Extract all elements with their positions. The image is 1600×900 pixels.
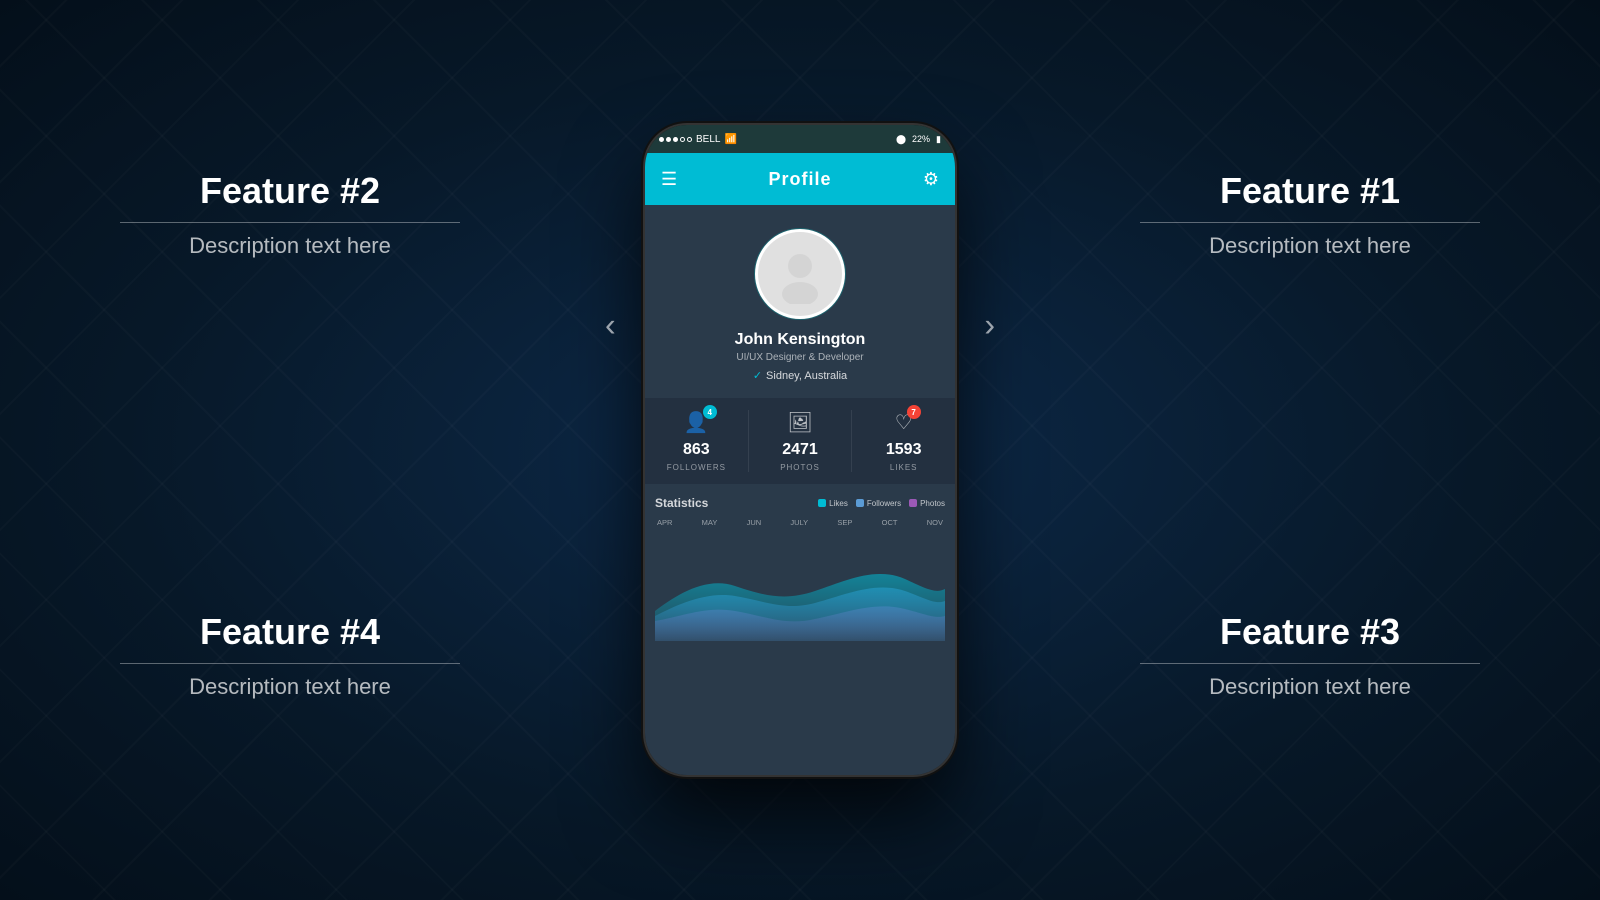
avatar-image xyxy=(770,244,830,304)
stat-likes[interactable]: ♡ 7 1593 LIKES xyxy=(852,410,955,472)
signal-dots xyxy=(659,137,692,142)
feature-4-divider xyxy=(120,663,460,664)
likes-icon-wrapper: ♡ 7 xyxy=(895,410,913,435)
profile-role: UI/UX Designer & Developer xyxy=(736,352,863,363)
app-header: ☰ Profile ⚙ xyxy=(645,153,955,205)
photos-label: PHOTOS xyxy=(780,463,820,472)
feature-4-block: Feature #4 Description text here xyxy=(120,611,460,700)
feature-2-desc: Description text here xyxy=(120,233,460,259)
battery-icon: ▮ xyxy=(936,134,941,145)
signal-dot-3 xyxy=(673,137,678,142)
location-icon: ✓ xyxy=(753,369,762,382)
followers-icon-wrapper: 👤 4 xyxy=(684,410,709,435)
feature-2-block: Feature #2 Description text here xyxy=(120,170,460,259)
chart-section: Statistics Likes Followers xyxy=(645,484,955,641)
legend-likes-label: Likes xyxy=(829,499,848,508)
month-jun: JUN xyxy=(747,518,762,527)
feature-1-divider xyxy=(1140,222,1480,223)
chart-header: Statistics Likes Followers xyxy=(655,496,945,510)
signal-dot-4 xyxy=(680,137,685,142)
menu-button[interactable]: ☰ xyxy=(661,169,677,190)
chart-title: Statistics xyxy=(655,496,708,510)
photos-icon-wrapper: 🖼 xyxy=(787,410,812,435)
feature-1-block: Feature #1 Description text here xyxy=(1140,170,1480,259)
feature-1-title: Feature #1 xyxy=(1140,170,1480,212)
feature-3-block: Feature #3 Description text here xyxy=(1140,611,1480,700)
month-july: JULY xyxy=(790,518,808,527)
followers-badge: 4 xyxy=(703,405,717,419)
profile-section: John Kensington UI/UX Designer & Develop… xyxy=(645,205,955,398)
feature-3-title: Feature #3 xyxy=(1140,611,1480,653)
status-right: ⬤ 22% ▮ xyxy=(896,134,941,145)
month-apr: APR xyxy=(657,518,672,527)
main-layout: Feature #2 Description text here Feature… xyxy=(0,0,1600,900)
legend-photos: Photos xyxy=(909,499,945,508)
followers-count: 863 xyxy=(683,441,710,459)
month-oct: OCT xyxy=(882,518,898,527)
profile-name: John Kensington xyxy=(735,331,866,349)
feature-1-desc: Description text here xyxy=(1140,233,1480,259)
phone-mockup: ‹ › BELL 📶 ⬤ 22% xyxy=(645,125,955,775)
nav-next-button[interactable]: › xyxy=(984,307,995,344)
likes-count: 1593 xyxy=(886,441,922,459)
month-may: MAY xyxy=(702,518,718,527)
location-text: Sidney, Australia xyxy=(766,370,847,382)
legend-followers-dot xyxy=(856,499,864,507)
app-title: Profile xyxy=(768,169,831,190)
signal-dot-1 xyxy=(659,137,664,142)
wifi-icon: 📶 xyxy=(724,134,736,145)
feature-3-divider xyxy=(1140,663,1480,664)
likes-label: LIKES xyxy=(890,463,918,472)
chart-months: APR MAY JUN JULY SEP OCT NOV xyxy=(655,518,945,527)
signal-dot-2 xyxy=(666,137,671,142)
feature-2-title: Feature #2 xyxy=(120,170,460,212)
stat-followers[interactable]: 👤 4 863 FOLLOWERS xyxy=(645,410,749,472)
signal-dot-5 xyxy=(687,137,692,142)
photos-icon: 🖼 xyxy=(787,412,812,434)
feature-3-desc: Description text here xyxy=(1140,674,1480,700)
month-nov: NOV xyxy=(927,518,943,527)
app-content: John Kensington UI/UX Designer & Develop… xyxy=(645,205,955,775)
legend-followers-label: Followers xyxy=(867,499,901,508)
legend-likes: Likes xyxy=(818,499,848,508)
chart-legend: Likes Followers Photos xyxy=(818,499,945,508)
chart-svg xyxy=(655,531,945,641)
feature-4-desc: Description text here xyxy=(120,674,460,700)
feature-2-divider xyxy=(120,222,460,223)
battery-label: 22% xyxy=(912,134,930,144)
month-sep: SEP xyxy=(837,518,852,527)
bluetooth-icon: ⬤ xyxy=(896,134,906,145)
status-bar: BELL 📶 ⬤ 22% ▮ xyxy=(645,125,955,153)
legend-followers: Followers xyxy=(856,499,901,508)
photos-count: 2471 xyxy=(782,441,818,459)
avatar xyxy=(755,229,845,319)
carrier-label: BELL xyxy=(696,134,720,145)
legend-photos-label: Photos xyxy=(920,499,945,508)
settings-button[interactable]: ⚙ xyxy=(923,169,939,190)
followers-label: FOLLOWERS xyxy=(667,463,726,472)
legend-photos-dot xyxy=(909,499,917,507)
status-left: BELL 📶 xyxy=(659,134,737,145)
stat-photos[interactable]: 🖼 2471 PHOTOS xyxy=(749,410,853,472)
feature-4-title: Feature #4 xyxy=(120,611,460,653)
chart-area xyxy=(655,531,945,641)
profile-location: ✓ Sidney, Australia xyxy=(753,369,847,382)
likes-badge: 7 xyxy=(907,405,921,419)
stats-bar: 👤 4 863 FOLLOWERS 🖼 2471 PHOTOS xyxy=(645,398,955,484)
phone-frame: BELL 📶 ⬤ 22% ▮ ☰ Profile ⚙ xyxy=(645,125,955,775)
legend-likes-dot xyxy=(818,499,826,507)
nav-prev-button[interactable]: ‹ xyxy=(605,307,616,344)
